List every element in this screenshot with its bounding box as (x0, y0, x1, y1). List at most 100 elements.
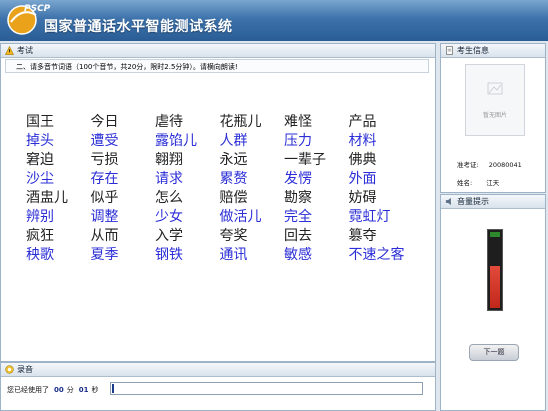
next-question-button[interactable]: 下一题 (469, 344, 519, 361)
word-row: 辨别 调整 少女 做活儿 完全 霓虹灯 (26, 208, 413, 227)
word-item: 少女 (155, 209, 183, 225)
next-question-label: 下一题 (483, 348, 505, 356)
word-item: 回去 (284, 228, 312, 244)
word-item: 国王 (26, 114, 54, 130)
exam-panel-title: 考试 (17, 46, 33, 55)
word-item: 调整 (90, 209, 119, 225)
word-item: 存在 (90, 171, 119, 187)
candidate-name-row: 姓名: 江天 (457, 177, 499, 187)
candidate-name-label: 姓名: (457, 179, 473, 187)
exam-panel-header: 考试 (1, 44, 435, 58)
elapsed-timer: 您已经使用了 00 分 01 秒 (7, 385, 99, 395)
volume-level-fill (490, 266, 500, 308)
word-item: 窘迫 (26, 152, 54, 168)
photo-placeholder-icon (487, 82, 503, 95)
volume-meter-peak (490, 232, 500, 237)
word-item: 酒盅儿 (26, 190, 68, 206)
candidate-panel: 考生信息 暂无图片 准考证: 20080041 姓名: 江天 (440, 43, 546, 193)
progress-cursor (112, 384, 114, 393)
candidate-id-label: 准考证: (457, 161, 479, 169)
word-row: 酒盅儿 似乎 怎么 赔偿 勘察 妨碍 (26, 189, 413, 208)
word-item: 人群 (219, 133, 248, 149)
word-item: 掉头 (26, 133, 54, 149)
candidate-id-row: 准考证: 20080041 (457, 159, 522, 169)
recording-progress-bar (110, 382, 423, 395)
word-item: 钢铁 (155, 247, 183, 263)
photo-placeholder-text: 暂无图片 (482, 112, 507, 119)
volume-panel-header: 音量提示 (441, 195, 545, 209)
elapsed-minutes: 00 (54, 386, 64, 394)
record-icon (5, 365, 14, 374)
word-item: 辨别 (26, 209, 54, 225)
word-item: 做活儿 (219, 209, 262, 225)
record-panel-title: 录音 (17, 365, 33, 374)
word-item: 秧歌 (26, 247, 54, 263)
word-item: 请求 (155, 171, 183, 187)
candidate-name-value: 江天 (486, 179, 500, 187)
word-item: 完全 (284, 209, 312, 225)
word-row: 窘迫 亏损 翱翔 永远 一辈子 佛典 (26, 151, 413, 170)
word-item: 勘察 (284, 190, 312, 206)
word-item: 夸奖 (219, 228, 248, 244)
word-item: 虐待 (155, 114, 183, 130)
candidate-panel-title: 考生信息 (457, 46, 489, 55)
minutes-unit: 分 (66, 386, 74, 394)
word-row: 掉头 遭受 露馅儿 人群 压力 材料 (26, 132, 413, 151)
volume-meter (487, 229, 503, 311)
word-item: 佛典 (348, 152, 377, 168)
document-icon (446, 46, 453, 55)
word-item: 压力 (284, 133, 312, 149)
word-item: 妨碍 (348, 190, 377, 206)
word-item: 篡夺 (348, 228, 377, 244)
word-item: 亏损 (90, 152, 119, 168)
exam-panel: 考试 二、请多音节词语（100个音节，共20分，限时2.5分钟）。请横向朗读! … (0, 43, 436, 362)
word-item: 怎么 (155, 190, 183, 206)
volume-panel: 音量提示 下一题 (440, 194, 546, 411)
candidate-id-value: 20080041 (488, 161, 522, 169)
word-item: 疯狂 (26, 228, 54, 244)
word-item: 今日 (90, 114, 119, 130)
word-item: 似乎 (90, 190, 119, 206)
word-item: 霓虹灯 (348, 209, 391, 225)
app-title: 国家普通话水平智能测试系统 (44, 19, 233, 35)
word-item: 发愣 (284, 171, 312, 187)
word-item: 从而 (90, 228, 119, 244)
warning-icon (5, 46, 14, 55)
word-item: 露馅儿 (155, 133, 197, 149)
word-item: 永远 (219, 152, 248, 168)
word-item: 沙尘 (26, 171, 54, 187)
word-item: 通讯 (219, 247, 248, 263)
word-item: 累赘 (219, 171, 248, 187)
word-item: 敏感 (284, 247, 312, 263)
word-item: 材料 (348, 133, 377, 149)
word-item: 外面 (348, 171, 377, 187)
volume-panel-title: 音量提示 (457, 197, 489, 206)
word-item: 赔偿 (219, 190, 248, 206)
word-item: 夏季 (90, 247, 119, 263)
side-panel: 考生信息 暂无图片 准考证: 20080041 姓名: 江天 音量提示 下一题 (440, 43, 546, 411)
word-item: 翱翔 (155, 152, 183, 168)
record-panel-header: 录音 (1, 363, 435, 377)
title-bar: PSCP 国家普通话水平智能测试系统 (0, 0, 548, 41)
seconds-unit: 秒 (91, 386, 99, 394)
record-panel: 录音 您已经使用了 00 分 01 秒 (0, 362, 436, 411)
instruction-text: 二、请多音节词语（100个音节，共20分，限时2.5分钟）。请横向朗读! (5, 59, 429, 73)
word-item: 遭受 (90, 133, 119, 149)
word-row: 疯狂 从而 入学 夸奖 回去 篡夺 (26, 227, 413, 246)
elapsed-label: 您已经使用了 (7, 386, 49, 394)
speaker-icon (445, 197, 451, 206)
word-item: 入学 (155, 228, 183, 244)
word-row: 秧歌 夏季 钢铁 通讯 敏感 不速之客 (26, 246, 413, 265)
word-item: 不速之客 (348, 247, 405, 263)
word-item: 产品 (348, 114, 377, 130)
word-item: 一辈子 (284, 152, 326, 168)
word-item: 难怪 (284, 114, 312, 130)
elapsed-seconds: 01 (78, 386, 89, 394)
word-grid: 国王 今日 虐待 花瓶儿 难怪 产品 掉头 遭受 露馅儿 人群 压力 材料 窘迫 亏损 翱翔 永远 一辈子 佛… (26, 113, 413, 265)
word-item: 花瓶儿 (219, 114, 262, 130)
candidate-photo: 暂无图片 (465, 64, 525, 136)
word-row: 国王 今日 虐待 花瓶儿 难怪 产品 (26, 113, 413, 132)
word-row: 沙尘 存在 请求 累赘 发愣 外面 (26, 170, 413, 189)
candidate-panel-header: 考生信息 (441, 44, 545, 58)
logo-text: PSCP (24, 4, 51, 14)
